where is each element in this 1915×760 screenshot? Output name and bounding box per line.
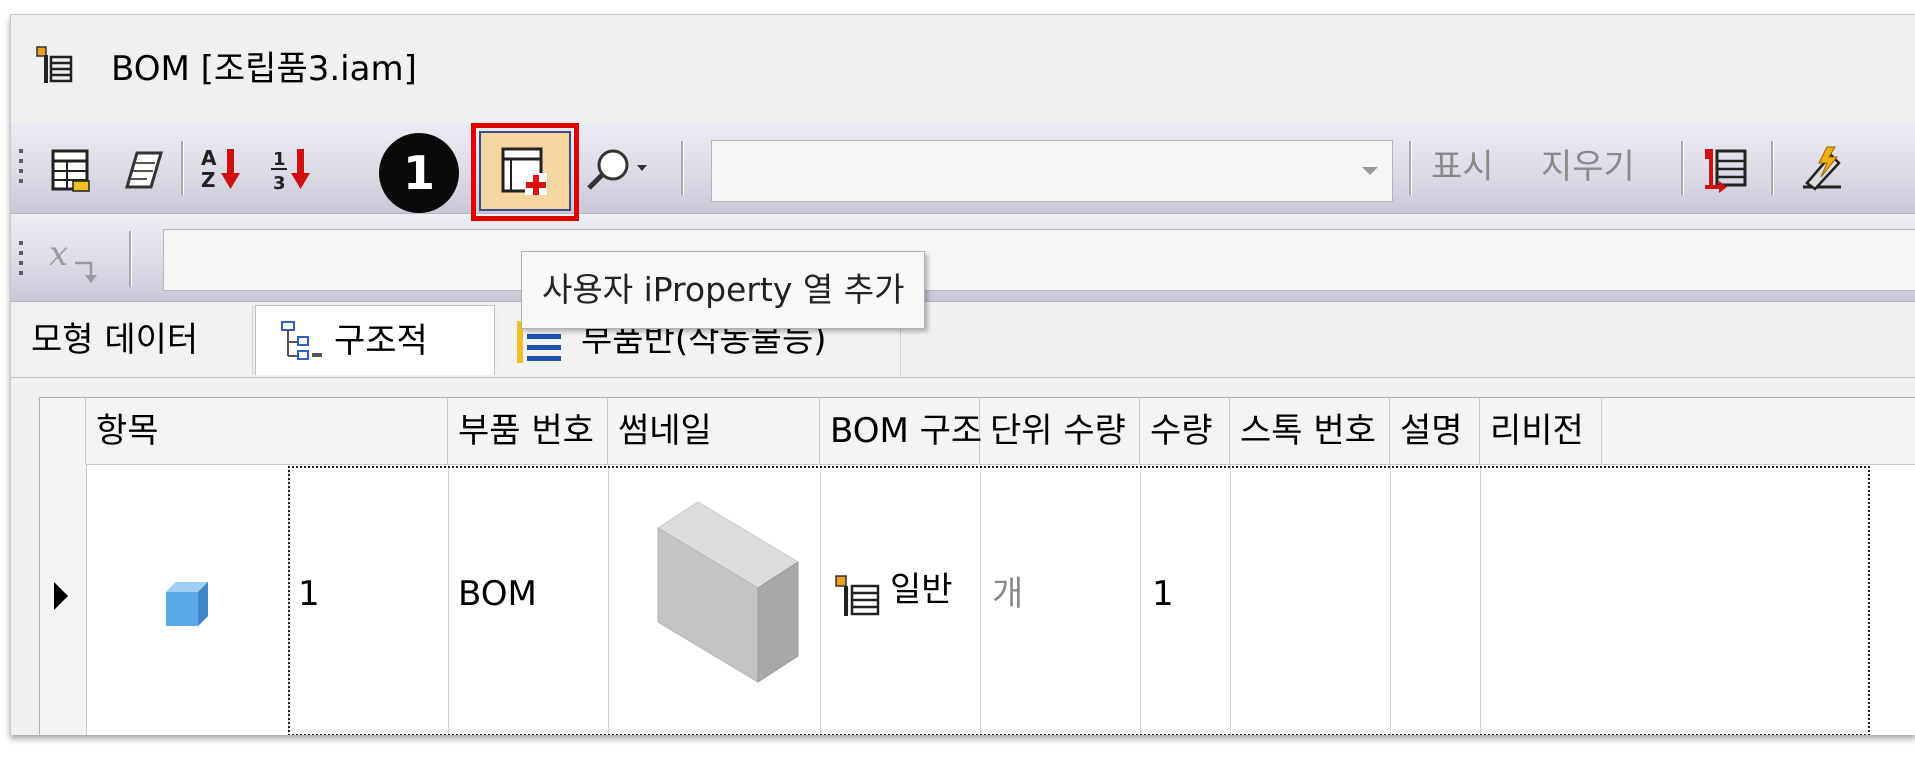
column-header[interactable]: 리비전	[1480, 398, 1602, 464]
toolbar-grip[interactable]	[19, 241, 25, 281]
tab-model-data[interactable]: 모형 데이터	[17, 305, 253, 375]
tab-structured[interactable]: 구조적	[255, 305, 495, 375]
search-dropdown-icon[interactable]	[583, 143, 663, 193]
formula-icon[interactable]: x	[47, 233, 107, 287]
export-icon[interactable]	[1701, 143, 1751, 193]
item-number: 1	[298, 574, 320, 614]
part-number: BOM	[458, 574, 537, 614]
toolbar-separator	[1681, 141, 1684, 195]
filter-combo[interactable]	[711, 140, 1393, 202]
update-icon[interactable]	[1797, 143, 1847, 193]
sort-numeric-icon[interactable]: 1 3	[267, 143, 317, 193]
toolbar-separator	[1771, 141, 1774, 195]
formula-input[interactable]	[163, 229, 1915, 291]
bom-icon	[36, 46, 73, 83]
svg-text:x: x	[49, 234, 68, 274]
thumbnail-image	[657, 501, 799, 683]
current-row-icon	[54, 582, 68, 610]
tooltip: 사용자 iProperty 열 추가	[521, 251, 926, 329]
unit-quantity: 개	[992, 574, 1024, 614]
clear-button[interactable]: 지우기	[1541, 147, 1635, 187]
column-header[interactable]: BOM 구조	[820, 398, 982, 464]
tab-divider	[11, 377, 1915, 378]
svg-text:Z: Z	[201, 168, 216, 192]
row-selector[interactable]	[40, 464, 87, 735]
structured-icon	[281, 321, 322, 360]
column-header[interactable]: 수량	[1140, 398, 1230, 464]
grid-header: 항목 부품 번호 썸네일 BOM 구조 단위 수량 수량 스톡 번호 설명 리비…	[40, 398, 1915, 465]
toolbar-separator	[1409, 141, 1412, 195]
toolbar-separator	[129, 231, 132, 287]
bom-structure-value: 일반	[890, 570, 953, 610]
title-bar: BOM [조립품3.iam]	[11, 15, 1915, 115]
svg-text:A: A	[201, 146, 217, 170]
bom-view-icon[interactable]	[47, 145, 97, 195]
bom-structure-icon	[835, 575, 880, 616]
column-header[interactable]: 단위 수량	[980, 398, 1140, 464]
column-header[interactable]: 부품 번호	[448, 398, 608, 464]
edit-icon[interactable]	[117, 145, 167, 195]
highlight-box	[471, 123, 579, 221]
toolbar-grip[interactable]	[19, 149, 25, 189]
step-callout: 1	[379, 133, 459, 213]
tab-strip: 모형 데이터 구조적 부품반(작동불능)	[11, 305, 1915, 377]
svg-text:3: 3	[273, 173, 286, 193]
svg-text:1: 1	[273, 149, 286, 170]
sort-alpha-icon[interactable]: A Z	[197, 143, 247, 193]
part-icon	[166, 582, 208, 626]
window-title: BOM [조립품3.iam]	[111, 49, 417, 89]
show-button[interactable]: 표시	[1431, 147, 1494, 187]
quantity: 1	[1152, 574, 1174, 614]
corner-cell	[40, 398, 86, 464]
column-header[interactable]: 스톡 번호	[1230, 398, 1390, 464]
column-header[interactable]: 항목	[86, 398, 448, 464]
bom-grid: 항목 부품 번호 썸네일 BOM 구조 단위 수량 수량 스톡 번호 설명 리비…	[39, 397, 1915, 735]
toolbar-separator	[181, 141, 184, 195]
tab-label: 구조적	[334, 321, 428, 361]
toolbar-separator	[681, 141, 684, 195]
column-header[interactable]: 썸네일	[608, 398, 820, 464]
tab-label: 모형 데이터	[31, 320, 199, 360]
column-header[interactable]: 설명	[1390, 398, 1480, 464]
bom-window: BOM [조립품3.iam] A Z 1 3 표시 지우기 x 1 사용자 iP…	[10, 14, 1915, 735]
chevron-down-icon[interactable]	[1362, 167, 1378, 175]
